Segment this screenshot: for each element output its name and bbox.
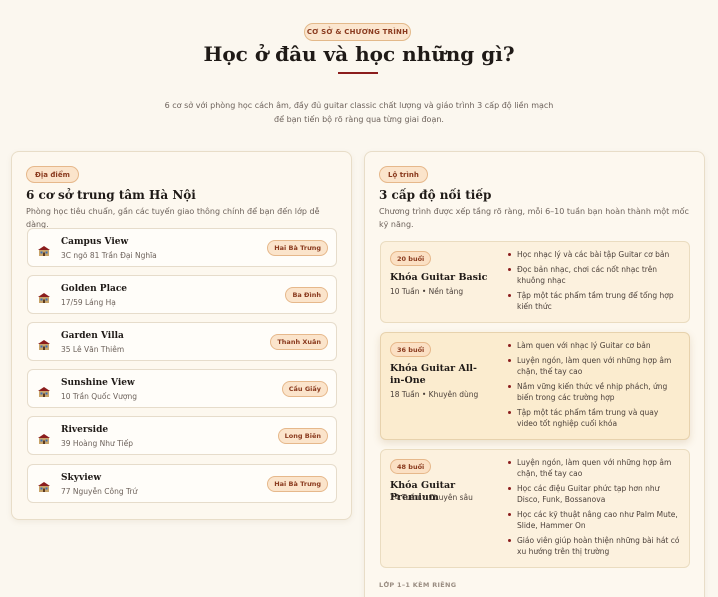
school-building-icon [38, 289, 50, 303]
level-sessions-badge: 20 buổi [390, 251, 432, 266]
district-badge: Ba Đình [285, 287, 328, 303]
level-meta: 10 Tuần • Nền tảng [390, 287, 464, 296]
level-point: Luyện ngón, làm quen với những hợp âm ch… [508, 355, 680, 377]
school-building-icon [38, 242, 50, 256]
level-name: Khóa Guitar All-in-One [390, 363, 477, 386]
level-card-premium[interactable]: 48 buổi Khóa Guitar Premium 24 Tuần • Ch… [380, 449, 690, 568]
location-address: 17/59 Láng Hạ [61, 298, 116, 307]
district-badge: Cầu Giấy [281, 381, 328, 397]
level-point: Học các kỹ thuật nâng cao như Palm Mute,… [508, 509, 680, 531]
levels-description: Chương trình được xếp tầng rõ ràng, mỗi … [379, 207, 689, 229]
title-underline [338, 72, 378, 74]
location-address: 35 Lê Văn Thiêm [61, 345, 125, 354]
level-points: Luyện ngón, làm quen với những hợp âm ch… [508, 457, 680, 561]
locations-card: Địa điểm 6 cơ sở trung tâm Hà Nội Phòng … [11, 151, 352, 520]
level-point: Làm quen với nhạc lý Guitar cơ bản [508, 340, 680, 351]
level-point: Đọc bản nhạc, chơi các nốt nhạc trên khu… [508, 264, 680, 286]
level-points: Học nhạc lý và các bài tập Guitar cơ bản… [508, 249, 680, 316]
level-point: Học nhạc lý và các bài tập Guitar cơ bản [508, 249, 680, 260]
location-item[interactable]: Campus View 3C ngõ 81 Trần Đại Nghĩa Hai B… [27, 228, 337, 267]
levels-pill: Lộ trình [379, 166, 428, 183]
level-point: Nắm vững kiến thức về nhịp phách, ứng bi… [508, 381, 680, 403]
level-points: Làm quen với nhạc lý Guitar cơ bản Luyện… [508, 340, 680, 433]
location-item[interactable]: Sunshine View 10 Trần Quốc Vượng Cầu Giấy [27, 369, 337, 408]
location-name: Golden Place [61, 284, 128, 294]
page-title: Học ở đâu và học những gì? [203, 42, 515, 66]
locations-pill: Địa điểm [26, 166, 79, 183]
level-card-basic[interactable]: 20 buổi Khóa Guitar Basic 10 Tuần • Nền … [380, 241, 690, 323]
page-subtitle: 6 cơ sở với phòng học cách âm, đầy đủ gu… [164, 101, 554, 124]
location-item[interactable]: Skyview 77 Nguyễn Công Trứ Hai Bà Trưng [27, 464, 337, 503]
level-point: Tập một tác phẩm tầm trung và quay video… [508, 407, 680, 429]
district-badge: Hai Bà Trưng [267, 476, 328, 492]
level-point: Luyện ngón, làm quen với những hợp âm ch… [508, 457, 680, 479]
location-name: Garden Villa [61, 331, 124, 341]
level-card-all-in-one[interactable]: 36 buổi Khóa Guitar All-in-One 18 Tuần •… [380, 332, 690, 440]
level-point: Giáo viên giúp hoàn thiện những bài hát … [508, 535, 680, 557]
location-name: Riverside [61, 425, 109, 435]
location-name: Campus View [61, 237, 129, 247]
district-badge: Hai Bà Trưng [267, 240, 328, 256]
levels-card: Lộ trình 3 cấp độ nối tiếp Chương trình … [364, 151, 705, 597]
level-meta: 24 Tuần • Chuyên sâu [390, 493, 473, 502]
private-class-note: LỚP 1–1 KÈM RIÊNG [379, 581, 457, 589]
location-address: 3C ngõ 81 Trần Đại Nghĩa [61, 251, 157, 260]
school-building-icon [38, 383, 50, 397]
levels-title: 3 cấp độ nối tiếp [379, 188, 492, 202]
location-address: 10 Trần Quốc Vượng [61, 392, 137, 401]
locations-title: 6 cơ sở trung tâm Hà Nội [26, 188, 196, 202]
district-badge: Thanh Xuân [270, 334, 328, 350]
level-sessions-badge: 36 buổi [390, 342, 432, 357]
school-building-icon [38, 478, 50, 492]
location-address: 39 Hoàng Như Tiếp [61, 439, 133, 448]
level-point: Tập một tác phẩm tầm trung để tổng hợp k… [508, 290, 680, 312]
location-name: Skyview [61, 473, 102, 483]
location-item[interactable]: Golden Place 17/59 Láng Hạ Ba Đình [27, 275, 337, 314]
school-building-icon [38, 336, 50, 350]
location-name: Sunshine View [61, 378, 135, 388]
location-item[interactable]: Garden Villa 35 Lê Văn Thiêm Thanh Xuân [27, 322, 337, 361]
level-point: Học các điệu Guitar phức tạp hơn như Dis… [508, 483, 680, 505]
section-badge: CƠ SỞ & CHƯƠNG TRÌNH [304, 23, 411, 41]
district-badge: Long Biên [277, 428, 328, 444]
location-item[interactable]: Riverside 39 Hoàng Như Tiếp Long Biên [27, 416, 337, 455]
level-meta: 18 Tuần • Khuyên dùng [390, 390, 479, 399]
location-address: 77 Nguyễn Công Trứ [61, 487, 138, 496]
level-name: Khóa Guitar Basic [390, 272, 488, 283]
school-building-icon [38, 430, 50, 444]
level-sessions-badge: 48 buổi [390, 459, 432, 474]
